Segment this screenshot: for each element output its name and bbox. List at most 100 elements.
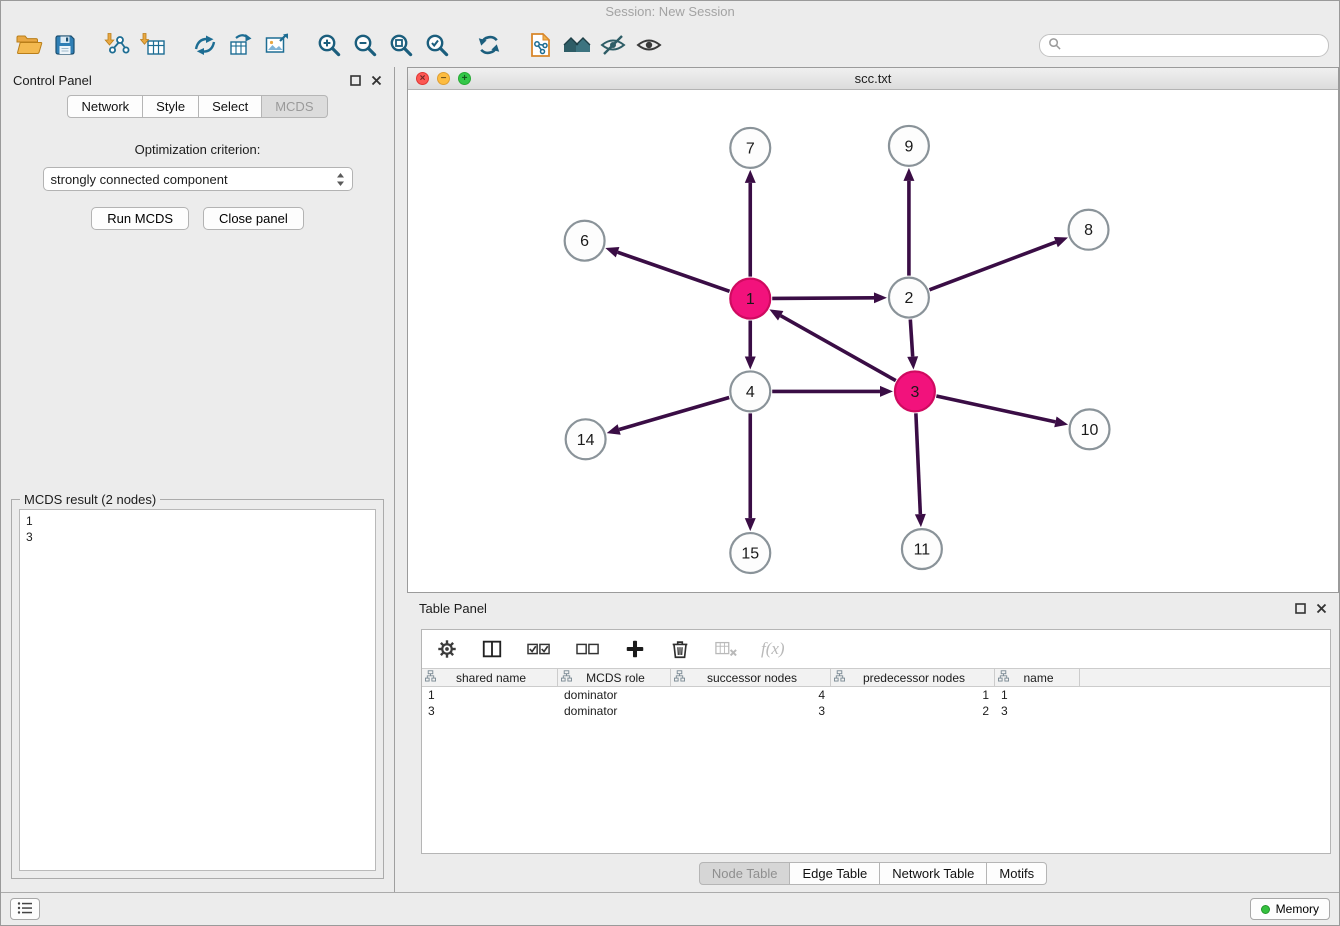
chevron-up-down-icon — [336, 172, 345, 187]
graph-edge-3-10[interactable] — [936, 396, 1055, 422]
table-row[interactable]: 1dominator411 — [422, 687, 1330, 703]
graph-node-label: 1 — [746, 291, 755, 308]
network-window-title: scc.txt — [408, 71, 1338, 86]
graph-edge-1-2[interactable] — [772, 298, 874, 299]
close-panel-button[interactable]: Close panel — [203, 207, 304, 230]
split-pane-divider[interactable] — [395, 67, 407, 892]
application-window: Session: New Session Control Panel Netwo… — [0, 0, 1340, 926]
tab-edge-table[interactable]: Edge Table — [790, 862, 880, 885]
tab-network[interactable]: Network — [67, 95, 143, 118]
edge-arrowhead — [874, 292, 887, 303]
import-network-icon[interactable] — [99, 27, 135, 63]
open-file-icon[interactable] — [11, 27, 47, 63]
table-cell: 3 — [671, 704, 831, 718]
search-input[interactable] — [1066, 38, 1320, 52]
tab-motifs[interactable]: Motifs — [987, 862, 1047, 885]
new-network-icon[interactable] — [187, 27, 223, 63]
close-panel-icon[interactable] — [371, 75, 382, 86]
graph-edge-3-11[interactable] — [916, 413, 920, 514]
zoom-out-icon[interactable] — [347, 27, 383, 63]
graph-edge-4-14[interactable] — [619, 398, 729, 430]
table-cell: 3 — [422, 704, 558, 718]
export-image-icon[interactable] — [259, 27, 295, 63]
toolbar-separator — [507, 45, 523, 46]
graph-node-label: 3 — [910, 384, 919, 401]
column-sort-icon — [834, 670, 845, 685]
main-toolbar — [1, 23, 1339, 67]
graph-edge-2-8[interactable] — [929, 242, 1055, 290]
close-window-button[interactable]: × — [416, 72, 429, 85]
tab-node-table[interactable]: Node Table — [699, 862, 791, 885]
add-row-icon[interactable] — [624, 638, 646, 660]
column-header-shared-name[interactable]: shared name — [422, 669, 558, 686]
column-header-predecessor-nodes[interactable]: predecessor nodes — [831, 669, 995, 686]
delete-row-icon[interactable] — [669, 638, 691, 660]
table-panel-title: Table Panel — [419, 601, 487, 616]
table-body: 1dominator4113dominator323 — [422, 687, 1330, 853]
graph-node-label: 15 — [741, 546, 759, 563]
table-cell: 1 — [831, 688, 995, 702]
criterion-dropdown[interactable]: strongly connected component — [43, 167, 353, 191]
export-table-icon[interactable] — [223, 27, 259, 63]
show-style-icon[interactable] — [595, 27, 631, 63]
import-table-icon[interactable] — [135, 27, 171, 63]
column-header-successor-nodes[interactable]: successor nodes — [671, 669, 831, 686]
edge-arrowhead — [605, 247, 619, 257]
tab-select[interactable]: Select — [199, 95, 262, 118]
column-header-name[interactable]: name — [995, 669, 1080, 686]
control-panel-title: Control Panel — [13, 73, 92, 88]
close-panel-icon[interactable] — [1316, 603, 1327, 614]
graph-edge-3-1[interactable] — [781, 316, 896, 381]
zoom-selected-icon[interactable] — [419, 27, 455, 63]
float-panel-icon[interactable] — [350, 75, 361, 86]
refresh-icon[interactable] — [471, 27, 507, 63]
tab-network-table[interactable]: Network Table — [880, 862, 987, 885]
edge-arrowhead — [607, 424, 621, 435]
table-tabs: Node TableEdge TableNetwork TableMotifs — [407, 854, 1339, 892]
control-panel: Control Panel NetworkStyleSelectMCDS Opt… — [1, 67, 395, 892]
float-panel-icon[interactable] — [1295, 603, 1306, 614]
edge-arrowhead — [903, 168, 914, 181]
columns-icon[interactable] — [481, 638, 503, 660]
home-icon[interactable] — [559, 27, 595, 63]
select-all-icon[interactable] — [526, 638, 552, 660]
memory-label: Memory — [1276, 902, 1319, 916]
graph-edge-2-3[interactable] — [910, 320, 912, 357]
edge-arrowhead — [915, 514, 926, 527]
save-session-icon[interactable] — [47, 27, 83, 63]
window-controls: ×−+ — [416, 72, 471, 85]
memory-button[interactable]: Memory — [1250, 898, 1330, 920]
delete-table-icon — [714, 638, 738, 660]
zoom-fit-icon[interactable] — [383, 27, 419, 63]
table-cell: dominator — [558, 688, 671, 702]
graph-edge-1-6[interactable] — [618, 252, 730, 291]
tab-mcds[interactable]: MCDS — [262, 95, 327, 118]
table-cell: 1 — [422, 688, 558, 702]
function-builder-icon: f(x) — [761, 639, 785, 659]
column-sort-icon — [674, 670, 685, 685]
edge-arrowhead — [907, 356, 918, 369]
minimize-window-button[interactable]: − — [437, 72, 450, 85]
tab-style[interactable]: Style — [143, 95, 199, 118]
table-row[interactable]: 3dominator323 — [422, 703, 1330, 719]
task-history-button[interactable] — [10, 898, 40, 920]
mcds-result-title: MCDS result (2 nodes) — [20, 492, 160, 507]
column-header-MCDS-role[interactable]: MCDS role — [558, 669, 671, 686]
show-graphics-details-icon[interactable] — [631, 27, 667, 63]
mcds-result-group: MCDS result (2 nodes) 1 3 — [11, 499, 384, 879]
import-network-from-file-icon[interactable] — [523, 27, 559, 63]
column-sort-icon — [998, 670, 1009, 685]
gear-icon[interactable] — [436, 638, 458, 660]
network-canvas[interactable]: 7968124314101511 — [408, 90, 1338, 592]
run-mcds-button[interactable]: Run MCDS — [91, 207, 189, 230]
edge-arrowhead — [880, 386, 893, 397]
table-header-row: shared nameMCDS rolesuccessor nodesprede… — [422, 668, 1330, 687]
zoom-in-icon[interactable] — [311, 27, 347, 63]
zoom-window-button[interactable]: + — [458, 72, 471, 85]
search-box[interactable] — [1039, 34, 1329, 57]
table-cell: 1 — [995, 688, 1080, 702]
graph-node-label: 14 — [577, 432, 595, 449]
network-window-titlebar[interactable]: scc.txt ×−+ — [408, 68, 1338, 90]
main-area: Control Panel NetworkStyleSelectMCDS Opt… — [1, 67, 1339, 892]
deselect-all-icon[interactable] — [575, 638, 601, 660]
